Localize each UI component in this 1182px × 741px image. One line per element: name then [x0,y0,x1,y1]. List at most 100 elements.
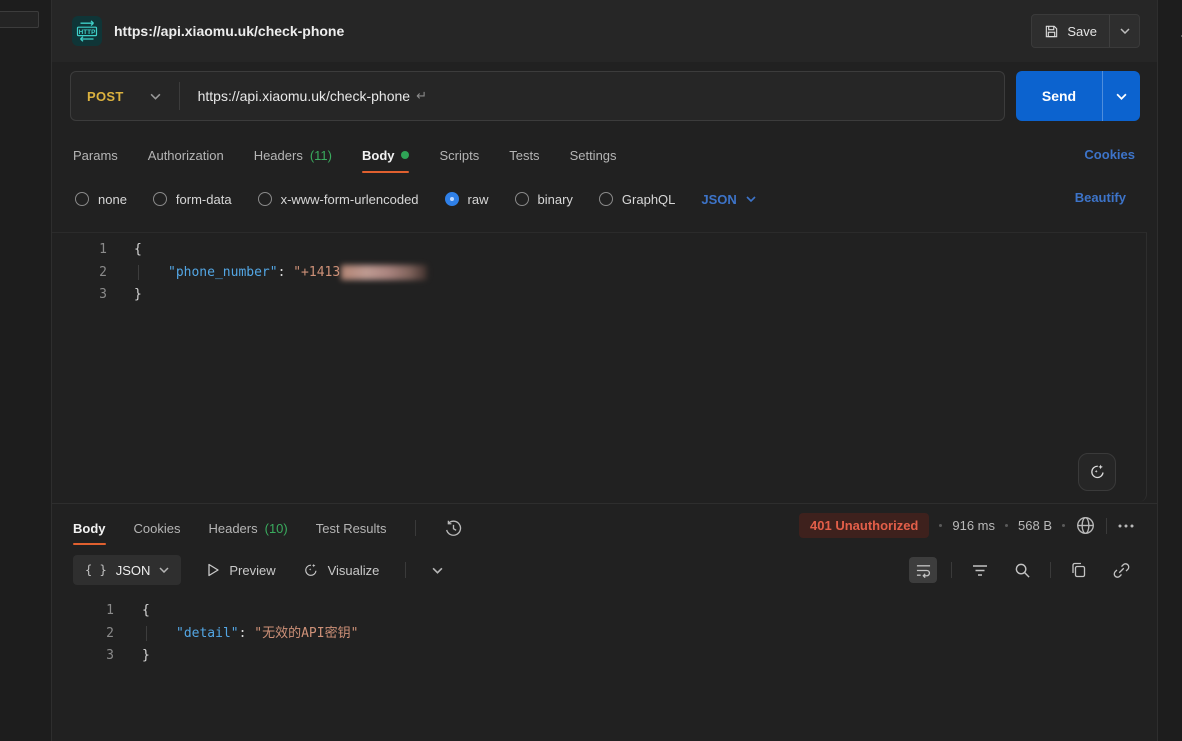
line-number: 1 [52,239,107,262]
visualize-button[interactable]: Visualize [302,562,380,579]
tab-params[interactable]: Params [73,135,118,175]
link-icon [1113,562,1130,579]
response-history-icon[interactable] [444,519,463,538]
more-options-icon[interactable] [1117,523,1135,529]
wrap-text-button[interactable] [909,557,937,583]
brace-token: } [142,648,150,663]
tab-scripts[interactable]: Scripts [439,135,479,175]
radio-icon[interactable] [515,192,529,206]
filter-button[interactable] [966,557,994,583]
mode-label: raw [468,192,489,207]
wrap-text-icon [915,563,932,578]
tab-label: Tests [509,148,539,163]
brace-token: } [134,287,142,302]
search-icon [1014,562,1031,579]
return-key-glyph: ↵ [416,88,427,104]
visualize-label: Visualize [328,563,380,578]
json-value-token: "无效的API密钥" [254,626,358,641]
tab-label: Body [362,148,395,163]
indent-guide [146,626,176,641]
request-title: https://api.xiaomu.uk/check-phone [114,23,344,39]
network-globe-icon[interactable] [1075,515,1096,536]
radio-icon[interactable] [153,192,167,206]
json-value-token: "+1413 [293,265,340,280]
meta-separator-dot [939,524,942,527]
radio-icon[interactable] [599,192,613,206]
app-window: HTTP https://api.xiaomu.uk/check-phone S… [0,0,1182,741]
code-line: 2 "phone_number": "+1413 [52,262,1146,285]
tab-body[interactable]: Body [362,135,410,175]
left-sidebar [0,0,52,741]
mode-none[interactable]: none [75,192,127,207]
radio-selected-icon[interactable] [445,192,459,206]
send-options-button[interactable] [1102,71,1140,121]
radio-icon[interactable] [75,192,89,206]
json-key-token: "phone_number" [168,265,278,280]
copy-button[interactable] [1065,557,1093,583]
send-button[interactable]: Send [1016,71,1102,121]
response-tab-headers[interactable]: Headers (10) [208,508,287,548]
tab-label: Headers [208,521,257,536]
link-button[interactable] [1107,557,1135,583]
tab-tests[interactable]: Tests [509,135,539,175]
response-size[interactable]: 568 B [1018,518,1052,533]
tab-label: Test Results [316,521,387,536]
code-content: "detail": "无效的API密钥" [142,623,358,646]
save-button-group: Save [1031,14,1140,48]
preview-button[interactable]: Preview [207,563,275,578]
tab-label: Authorization [148,148,224,163]
response-tab-test-results[interactable]: Test Results [316,508,387,548]
chevron-down-icon [1120,28,1130,34]
postbot-ai-button[interactable] [1078,453,1116,491]
tab-settings[interactable]: Settings [570,135,617,175]
response-body-editor[interactable]: 1 { 2 "detail": "无效的API密钥" 3 } [52,592,1147,668]
request-body-editor[interactable]: 1 { 2 "phone_number": "+1413 3 } [52,232,1147,502]
radio-icon[interactable] [258,192,272,206]
tab-label: Params [73,148,118,163]
svg-text:HTTP: HTTP [79,29,96,36]
tab-label: Body [73,521,106,536]
response-tab-cookies[interactable]: Cookies [134,508,181,548]
method-selector[interactable]: POST [71,89,179,104]
indent-guide [138,265,168,280]
mode-form-data[interactable]: form-data [153,192,232,207]
response-format-button[interactable]: { } JSON [73,555,181,585]
cookies-link[interactable]: Cookies [1084,147,1135,162]
collapse-arrow-icon[interactable] [1176,31,1182,41]
sidebar-collapsed-item[interactable] [0,11,39,28]
raw-format-selector[interactable]: JSON [701,192,755,207]
body-modified-dot [401,151,409,159]
beautify-link[interactable]: Beautify [1075,190,1126,205]
play-outline-icon [207,563,220,577]
mode-binary[interactable]: binary [515,192,573,207]
save-button[interactable]: Save [1032,15,1109,47]
code-content: "phone_number": "+1413 [134,262,427,285]
tab-authorization[interactable]: Authorization [148,135,224,175]
mode-raw[interactable]: raw [445,192,489,207]
save-options-button[interactable] [1109,15,1139,47]
line-number: 2 [52,262,107,285]
body-mode-row: none form-data x-www-form-urlencoded raw… [75,185,756,213]
mode-graphql[interactable]: GraphQL [599,192,675,207]
colon-token: : [239,626,255,641]
code-line: 1 { [52,239,1146,262]
preview-label: Preview [229,563,275,578]
chevron-down-icon[interactable] [432,567,443,574]
tab-headers[interactable]: Headers (11) [254,135,332,175]
meta-separator-dot [1062,524,1065,527]
meta-separator-dot [1005,524,1008,527]
mode-x-www-form-urlencoded[interactable]: x-www-form-urlencoded [258,192,419,207]
status-badge[interactable]: 401 Unauthorized [799,513,929,538]
response-tab-body[interactable]: Body [73,508,106,548]
mode-label: none [98,192,127,207]
json-key-token: "detail" [176,626,239,641]
brace-token: { [134,242,142,257]
response-time[interactable]: 916 ms [952,518,995,533]
code-content: { [134,239,142,262]
response-meta: 401 Unauthorized 916 ms 568 B [799,513,1135,538]
search-button[interactable] [1008,557,1036,583]
url-input[interactable]: https://api.xiaomu.uk/check-phone [198,88,410,104]
chevron-down-icon [150,93,161,100]
tab-label: Cookies [134,521,181,536]
headers-count-badge: (10) [265,521,288,536]
